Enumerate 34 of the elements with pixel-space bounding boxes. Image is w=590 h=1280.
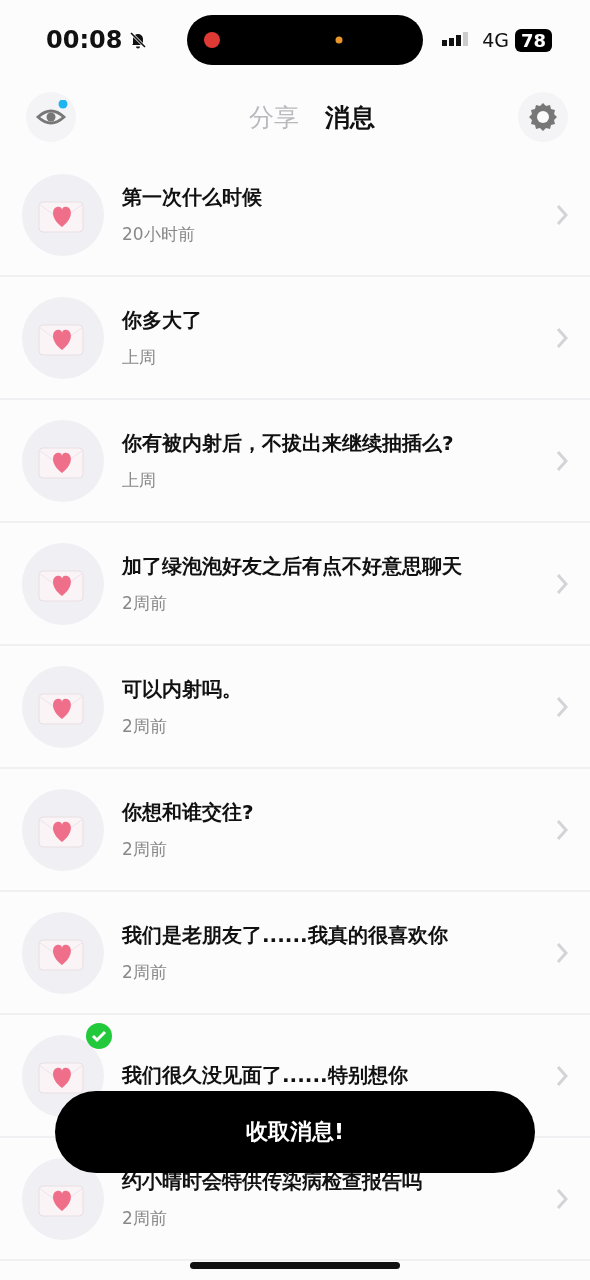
message-title: 我们很久没见面了......特别想你	[122, 1062, 409, 1089]
tab[interactable]: 消息	[325, 100, 375, 134]
message-title: 你多大了	[122, 306, 203, 334]
message-title: 我们是老朋友了......我真的很喜欢你	[122, 921, 449, 949]
bell-slash-icon	[128, 30, 149, 50]
message-title: 你想和谁交往?	[122, 798, 255, 826]
message-title: 加了绿泡泡好友之后有点不好意思聊天	[122, 552, 463, 580]
chevron-right-icon	[556, 572, 568, 595]
message-title: 你有被内射后，不拔出来继续抽插么?	[122, 429, 455, 457]
message-title: 可以内射吗。	[122, 675, 243, 703]
message-time: 2周前	[122, 837, 168, 861]
chevron-right-icon	[556, 1064, 568, 1087]
chevron-right-icon	[556, 818, 568, 841]
floating-collect-messages-button[interactable]: 收取消息!	[55, 1091, 535, 1173]
message-time: 2周前	[122, 1206, 168, 1230]
chevron-right-icon	[556, 326, 568, 349]
message-time: 2周前	[122, 591, 168, 615]
message-time: 20小时前	[122, 222, 196, 246]
network-type: 4G	[482, 29, 509, 51]
chevron-right-icon	[556, 203, 568, 226]
status-time: 00:08	[46, 26, 123, 54]
message-time: 2周前	[122, 960, 168, 984]
eye-button[interactable]	[26, 92, 76, 142]
message-time: 2周前	[122, 714, 168, 738]
message-title: 第一次什么时候	[122, 183, 263, 211]
message-time: 上周	[122, 345, 157, 369]
chevron-right-icon	[556, 941, 568, 964]
settings-icon	[527, 101, 559, 133]
chevron-right-icon	[556, 1187, 568, 1210]
settings-button[interactable]	[518, 92, 568, 142]
message-time: 上周	[122, 468, 157, 492]
chevron-right-icon	[556, 695, 568, 718]
chevron-right-icon	[556, 449, 568, 472]
battery-indicator: 78	[514, 28, 552, 52]
